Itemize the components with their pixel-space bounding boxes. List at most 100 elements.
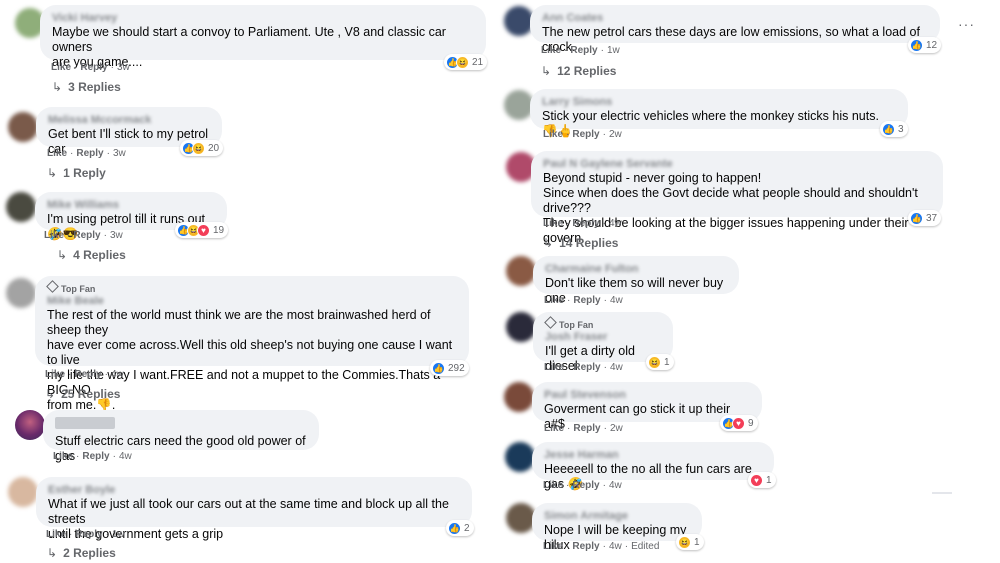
like-button[interactable]: Like xyxy=(541,45,561,56)
like-button[interactable]: Like xyxy=(51,62,71,73)
view-replies-link[interactable]: ↳ 14 Replies xyxy=(543,236,618,250)
commenter-name[interactable]: Simon Armitage xyxy=(544,509,690,523)
reply-button[interactable]: Reply xyxy=(74,369,101,380)
like-button[interactable]: Like xyxy=(544,423,564,434)
like-button[interactable]: Like xyxy=(544,295,564,306)
commenter-name[interactable]: Paul Stevenson xyxy=(544,388,750,402)
commenter-name[interactable] xyxy=(55,417,115,429)
like-button[interactable]: Like xyxy=(44,230,64,241)
reaction-summary[interactable]: 👍 😆 20 xyxy=(180,140,224,156)
avatar[interactable] xyxy=(6,192,36,222)
view-replies-link[interactable]: ↳ 1 Reply xyxy=(47,166,106,180)
comment-actions: Like · Reply · 2w xyxy=(543,129,622,140)
reply-arrow-icon: ↳ xyxy=(541,64,552,78)
comment-time[interactable]: 2w xyxy=(610,423,623,434)
commenter-name[interactable]: Melissa Mccormack xyxy=(48,113,210,127)
reply-button[interactable]: Reply xyxy=(572,541,599,552)
reaction-summary[interactable]: 😆 1 xyxy=(646,354,674,370)
like-button[interactable]: Like xyxy=(47,148,67,159)
comment-time[interactable]: 4w xyxy=(609,480,622,491)
replies-count[interactable]: 12 Replies xyxy=(557,64,616,78)
reply-button[interactable]: Reply xyxy=(75,529,102,540)
avatar[interactable] xyxy=(15,410,45,440)
avatar[interactable] xyxy=(506,312,536,342)
reaction-count: 19 xyxy=(213,224,225,236)
reply-button[interactable]: Reply xyxy=(572,480,599,491)
like-button[interactable]: Like xyxy=(543,480,563,491)
view-replies-link[interactable]: ↳ 2 Replies xyxy=(47,546,116,560)
comment-actions: Like · Reply · 3w xyxy=(44,230,123,241)
more-options-icon[interactable]: ··· xyxy=(958,16,975,32)
comment-bubble: Larry Simons Stick your electric vehicle… xyxy=(530,89,908,138)
commenter-name[interactable]: Vicki Harvey xyxy=(52,11,474,25)
reply-button[interactable]: Reply xyxy=(573,423,600,434)
commenter-name[interactable]: Mike Beale xyxy=(47,294,457,308)
replies-count[interactable]: 4 Replies xyxy=(73,248,126,262)
avatar[interactable] xyxy=(505,442,535,472)
commenter-name[interactable]: Ann Coates xyxy=(542,11,928,25)
view-replies-link[interactable]: ↳ 4 Replies xyxy=(57,248,126,262)
commenter-name[interactable]: Mike Williams xyxy=(47,198,215,212)
reaction-summary[interactable]: 👍 😆 ♥ 19 xyxy=(175,222,229,238)
like-button[interactable]: Like xyxy=(45,369,65,380)
reply-button[interactable]: Reply xyxy=(76,148,103,159)
replies-count[interactable]: 14 Replies xyxy=(559,236,618,250)
comment-time[interactable]: 4w xyxy=(610,295,623,306)
like-button[interactable]: Like xyxy=(543,541,563,552)
comment-actions: Like · Reply · 4w xyxy=(543,480,622,491)
reply-button[interactable]: Reply xyxy=(573,295,600,306)
commenter-name[interactable]: Josh Fraser xyxy=(545,330,661,344)
reaction-summary[interactable]: 👍 ♥ 9 xyxy=(720,415,758,431)
like-button[interactable]: Like xyxy=(53,451,73,462)
reply-button[interactable]: Reply xyxy=(572,129,599,140)
comment-time[interactable]: 3w xyxy=(113,148,126,159)
avatar[interactable] xyxy=(8,112,38,142)
comment-time[interactable]: 4w xyxy=(609,541,622,552)
comment-time[interactable]: 3w xyxy=(117,62,130,73)
reply-button[interactable]: Reply xyxy=(570,45,597,56)
comment-bubble: Stuff electric cars need the good old po… xyxy=(43,410,319,463)
reaction-summary[interactable]: ♥ 1 xyxy=(748,472,776,488)
reply-button[interactable]: Reply xyxy=(82,451,109,462)
comment-time[interactable]: 1w xyxy=(607,45,620,56)
replies-count[interactable]: 25 Replies xyxy=(61,387,120,401)
reply-button[interactable]: Reply xyxy=(573,362,600,373)
reaction-summary[interactable]: 👍 292 xyxy=(430,360,469,376)
reply-button[interactable]: Reply xyxy=(80,62,107,73)
avatar[interactable] xyxy=(6,278,36,308)
comment-time[interactable]: 4w xyxy=(119,451,132,462)
commenter-name[interactable]: Esther Boyle xyxy=(48,483,460,497)
reaction-summary[interactable]: 👍 37 xyxy=(908,210,942,226)
reaction-summary[interactable]: 😆 1 xyxy=(676,534,704,550)
comment-time[interactable]: 1w xyxy=(112,529,125,540)
replies-count[interactable]: 3 Replies xyxy=(68,80,121,94)
like-button[interactable]: Like xyxy=(543,129,563,140)
avatar[interactable] xyxy=(506,256,536,286)
comment-time[interactable]: 4w xyxy=(111,369,124,380)
reply-arrow-icon: ↳ xyxy=(57,248,68,262)
view-replies-link[interactable]: ↳ 25 Replies xyxy=(45,387,120,401)
commenter-name[interactable]: Paul N Gaylene Servante xyxy=(543,157,931,171)
comment-time[interactable]: 4w xyxy=(609,218,622,229)
avatar[interactable] xyxy=(504,382,534,412)
reaction-summary[interactable]: 👍 2 xyxy=(446,520,474,536)
replies-count[interactable]: 2 Replies xyxy=(63,546,116,560)
like-button[interactable]: Like xyxy=(543,218,563,229)
commenter-name[interactable]: Jesse Harman xyxy=(544,448,762,462)
avatar[interactable] xyxy=(8,477,38,507)
view-replies-link[interactable]: ↳ 3 Replies xyxy=(52,80,121,94)
reaction-summary[interactable]: 👍 12 xyxy=(908,37,942,53)
comment-time[interactable]: 4w xyxy=(610,362,623,373)
commenter-name[interactable]: Larry Simons xyxy=(542,95,896,109)
comment-time[interactable]: 2w xyxy=(609,129,622,140)
reply-button[interactable]: Reply xyxy=(73,230,100,241)
like-button[interactable]: Like xyxy=(544,362,564,373)
reaction-summary[interactable]: 👍 😆 21 xyxy=(444,54,488,70)
like-button[interactable]: Like xyxy=(46,529,66,540)
commenter-name[interactable]: Charmaine Fulton xyxy=(545,262,727,276)
comment-time[interactable]: 3w xyxy=(110,230,123,241)
reply-button[interactable]: Reply xyxy=(572,218,599,229)
replies-count[interactable]: 1 Reply xyxy=(63,166,106,180)
view-replies-link[interactable]: ↳ 12 Replies xyxy=(541,64,616,78)
reaction-summary[interactable]: 👍 3 xyxy=(880,121,908,137)
